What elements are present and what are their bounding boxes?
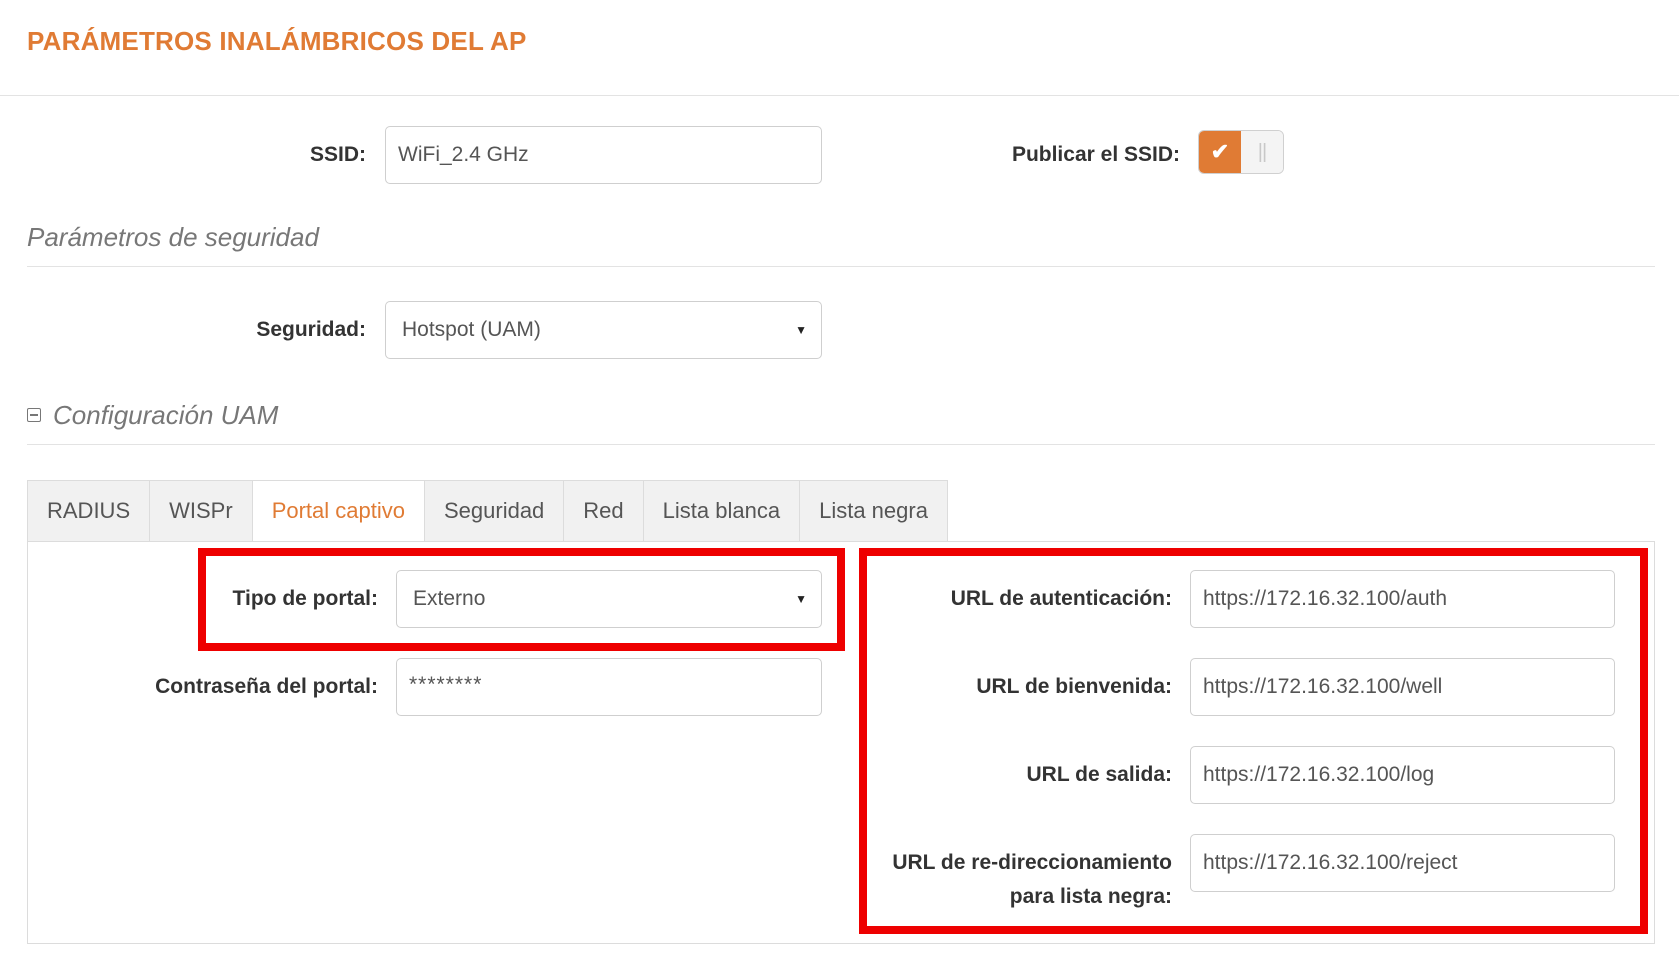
tab-lista-negra[interactable]: Lista negra: [799, 480, 948, 542]
portal-password-label: Contraseña del portal:: [155, 675, 378, 698]
security-section-title: Parámetros de seguridad: [27, 222, 319, 252]
collapse-icon[interactable]: [27, 408, 41, 422]
security-label: Seguridad:: [256, 318, 366, 341]
check-icon: ✔: [1199, 131, 1241, 173]
portal-password-input[interactable]: ********: [396, 658, 822, 716]
security-select[interactable]: Hotspot (UAM) ▼: [385, 301, 822, 359]
tab-lista-blanca[interactable]: Lista blanca: [642, 480, 800, 542]
broadcast-ssid-toggle[interactable]: ✔ ||: [1198, 130, 1284, 174]
page-title: PARÁMETROS INALÁMBRICOS DEL AP: [27, 26, 527, 56]
security-select-value: Hotspot (UAM): [402, 318, 541, 341]
tab-radius[interactable]: RADIUS: [27, 480, 150, 542]
security-section-divider: [27, 266, 1655, 267]
tab-red[interactable]: Red: [563, 480, 643, 542]
url-fields-highlight: [859, 548, 1648, 934]
portal-type-highlight: [198, 548, 845, 651]
caret-down-icon: ▼: [795, 323, 807, 337]
header-divider: [0, 95, 1679, 96]
broadcast-ssid-label: Publicar el SSID:: [1011, 143, 1180, 166]
ssid-input[interactable]: WiFi_2.4 GHz: [385, 126, 822, 184]
tab-portal-captivo[interactable]: Portal captivo: [251, 480, 424, 542]
uam-tabs: RADIUS WISPr Portal captivo Seguridad Re…: [27, 480, 948, 542]
ssid-label: SSID:: [309, 143, 366, 166]
tab-seguridad[interactable]: Seguridad: [423, 480, 564, 542]
tab-wispr[interactable]: WISPr: [149, 480, 252, 542]
toggle-handle: ||: [1241, 131, 1283, 173]
uam-section-title[interactable]: Configuración UAM: [53, 400, 278, 431]
uam-section-divider: [27, 444, 1655, 445]
